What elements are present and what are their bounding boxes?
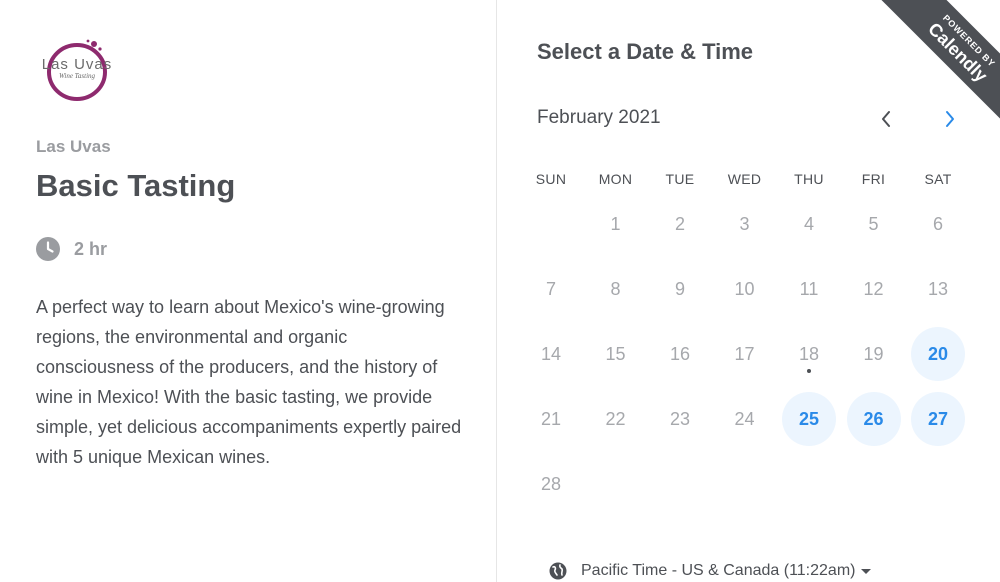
calendar-day: 5	[868, 213, 879, 234]
weekday-label: THU	[794, 171, 824, 187]
event-details-panel: Las Uvas Wine Tasting Las Uvas Basic Tas…	[0, 0, 497, 582]
calendar-day-available[interactable]: 27	[911, 392, 965, 446]
calendar-day: 1	[610, 213, 621, 234]
clock-icon	[36, 237, 60, 261]
chevron-left-icon	[882, 111, 890, 127]
event-description: A perfect way to learn about Mexico's wi…	[36, 297, 462, 467]
calendar-day: 7	[545, 278, 556, 299]
calendar-day: 6	[932, 213, 943, 234]
calendar-day: 21	[540, 408, 562, 429]
calendar-day: 16	[669, 343, 691, 364]
calendar-day: 28	[540, 473, 562, 494]
logo-tagline: Wine Tasting	[58, 72, 96, 80]
weekday-label: MON	[598, 171, 633, 187]
calendar-day-available[interactable]: 20	[911, 327, 965, 381]
duration-label: 2 hr	[74, 238, 108, 259]
weekday-label: SAT	[924, 171, 952, 187]
calendar-day: 13	[927, 278, 949, 299]
calendar-day-available[interactable]: 26	[846, 392, 901, 446]
calendar-day: 10	[734, 278, 755, 299]
timezone-label: Pacific Time - US & Canada (11:22am)	[581, 562, 856, 579]
calendar-day: 23	[669, 408, 691, 429]
weekday-label: TUE	[665, 171, 695, 187]
weekday-label: FRI	[861, 171, 886, 187]
calendar-day: 19	[863, 343, 884, 364]
calendar-day: 12	[863, 278, 884, 299]
scheduler-panel: Select a Date & Time February 2021 SUN M…	[497, 0, 1000, 582]
today-indicator	[807, 369, 811, 373]
calendar-day: 24	[734, 408, 755, 429]
next-month-button[interactable]	[935, 104, 965, 134]
calendar-day: 22	[605, 408, 626, 429]
timezone-selector[interactable]: Pacific Time - US & Canada (11:22am)	[549, 562, 872, 580]
month-label: February 2021	[537, 107, 661, 128]
scheduler-title: Select a Date & Time	[537, 39, 754, 64]
calendar-day: 14	[540, 343, 562, 364]
las-uvas-logo: Las Uvas Wine Tasting	[36, 38, 118, 104]
event-duration: 2 hr	[36, 236, 107, 262]
organizer-name: Las Uvas	[36, 137, 111, 156]
event-title: Basic Tasting	[36, 168, 236, 203]
calendar-day: 3	[739, 213, 750, 234]
previous-month-button[interactable]	[871, 104, 901, 134]
calendar-day: 17	[734, 343, 755, 364]
calendar-day: 15	[605, 343, 626, 364]
calendar-day: 8	[610, 278, 621, 299]
globe-icon	[549, 562, 567, 580]
weekday-label: WED	[727, 171, 762, 187]
calendar-grid: 1 2 3 4 5 6 7 8 9 10 11 12 13 14 15 16 17 18 19 20 21 22 23 24 2…	[521, 191, 976, 516]
calendar-day: 4	[803, 213, 814, 234]
calendar-day: 11	[799, 278, 819, 299]
calendar-day: 2	[674, 213, 685, 234]
weekday-label: SUN	[535, 171, 567, 187]
calendar-day: 9	[674, 278, 685, 299]
calendar-day: 18	[782, 327, 836, 381]
logo-wordmark: Las Uvas	[41, 56, 113, 73]
chevron-right-icon	[946, 111, 954, 127]
calendar-day-available[interactable]: 25	[782, 392, 836, 446]
caret-down-icon	[861, 568, 872, 574]
